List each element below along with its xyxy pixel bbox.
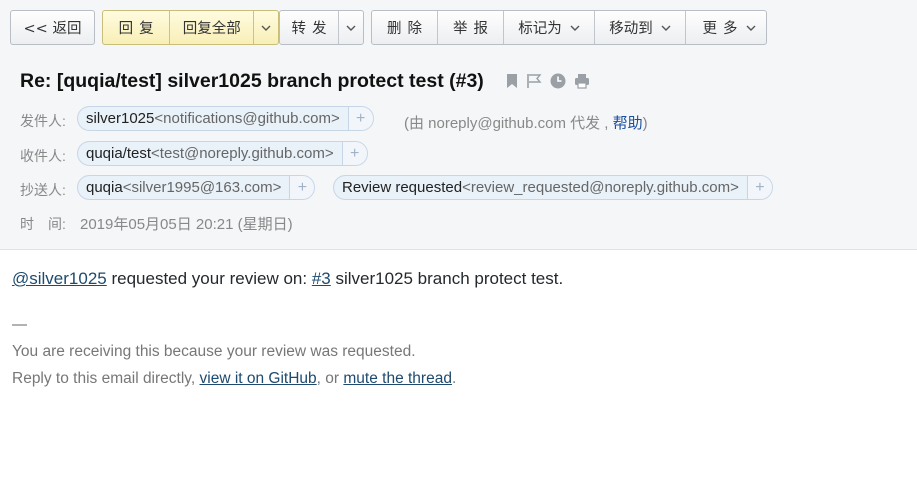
- mail-subject: Re: [quqia/test] silver1025 branch prote…: [20, 70, 484, 92]
- pr-link[interactable]: #3: [312, 269, 331, 288]
- to-label: 收件人:: [20, 148, 66, 164]
- from-name: silver1025: [86, 110, 155, 127]
- reply-button[interactable]: 回复: [103, 11, 171, 44]
- move-to-button[interactable]: 移动到: [595, 11, 686, 44]
- action-group: 删除 举报 标记为 移动到 更多: [371, 10, 767, 45]
- mark-as-button[interactable]: 标记为: [504, 11, 595, 44]
- to-name: quqia/test: [86, 145, 152, 162]
- help-link[interactable]: 帮助: [613, 115, 643, 132]
- more-button[interactable]: 更多: [686, 11, 766, 44]
- view-on-github-link[interactable]: view it on GitHub: [200, 370, 317, 387]
- chevron-down-icon: [261, 25, 271, 31]
- forward-dropdown-button[interactable]: [339, 11, 363, 44]
- report-button[interactable]: 举报: [438, 11, 504, 44]
- chevron-down-icon: [346, 25, 356, 31]
- forward-group: 转发: [279, 10, 364, 45]
- back-label: << 返回: [23, 21, 82, 37]
- mute-thread-link[interactable]: mute the thread: [343, 370, 452, 387]
- from-chip[interactable]: silver1025 <notifications@github.com> +: [77, 106, 374, 131]
- mention-link[interactable]: @silver1025: [12, 269, 107, 288]
- chevron-down-icon: [746, 25, 755, 31]
- chevron-down-icon: [570, 25, 580, 31]
- reply-dropdown-button[interactable]: [254, 11, 278, 44]
- subject-icons: [506, 73, 598, 89]
- add-contact-button[interactable]: +: [290, 176, 315, 199]
- forward-button[interactable]: 转发: [280, 11, 339, 44]
- cc-name: quqia: [86, 179, 123, 196]
- to-chip[interactable]: quqia/test <test@noreply.github.com> +: [77, 141, 368, 166]
- add-contact-button[interactable]: +: [747, 176, 772, 199]
- from-address: <notifications@github.com>: [154, 110, 340, 127]
- cc-name: Review requested: [342, 179, 463, 196]
- cc-address: <silver1995@163.com>: [122, 179, 282, 196]
- add-contact-button[interactable]: +: [342, 142, 367, 165]
- review-request-line: @silver1025 requested your review on: #3…: [12, 269, 564, 288]
- print-icon[interactable]: [574, 73, 590, 89]
- from-label: 发件人:: [20, 113, 66, 129]
- sender-via-note: (由 noreply@github.com 代发 , 帮助): [404, 115, 648, 132]
- cc-label: 抄送人:: [20, 182, 66, 198]
- reply-all-button[interactable]: 回复全部: [170, 11, 255, 44]
- separator: —: [12, 316, 27, 333]
- bookmark-icon[interactable]: [506, 73, 518, 89]
- reply-instructions: Reply to this email directly, view it on…: [12, 370, 457, 387]
- time-value: 2019年05月05日 20:21 (星期日): [80, 216, 293, 233]
- cc-chip[interactable]: Review requested <review_requested@norepl…: [333, 175, 773, 200]
- back-button[interactable]: << 返回: [10, 10, 95, 45]
- time-label: 时 间:: [20, 216, 66, 232]
- delete-button[interactable]: 删除: [372, 11, 438, 44]
- reply-group: 回复 回复全部: [102, 10, 279, 45]
- reason-text: You are receiving this because your revi…: [12, 343, 416, 360]
- add-contact-button[interactable]: +: [348, 107, 373, 130]
- to-address: <test@noreply.github.com>: [151, 145, 334, 162]
- flag-icon[interactable]: [526, 73, 542, 89]
- cc-address: <review_requested@noreply.github.com>: [462, 179, 739, 196]
- chevron-down-icon: [661, 25, 671, 31]
- clock-icon[interactable]: [550, 73, 566, 89]
- cc-chip[interactable]: quqia <silver1995@163.com> +: [77, 175, 316, 200]
